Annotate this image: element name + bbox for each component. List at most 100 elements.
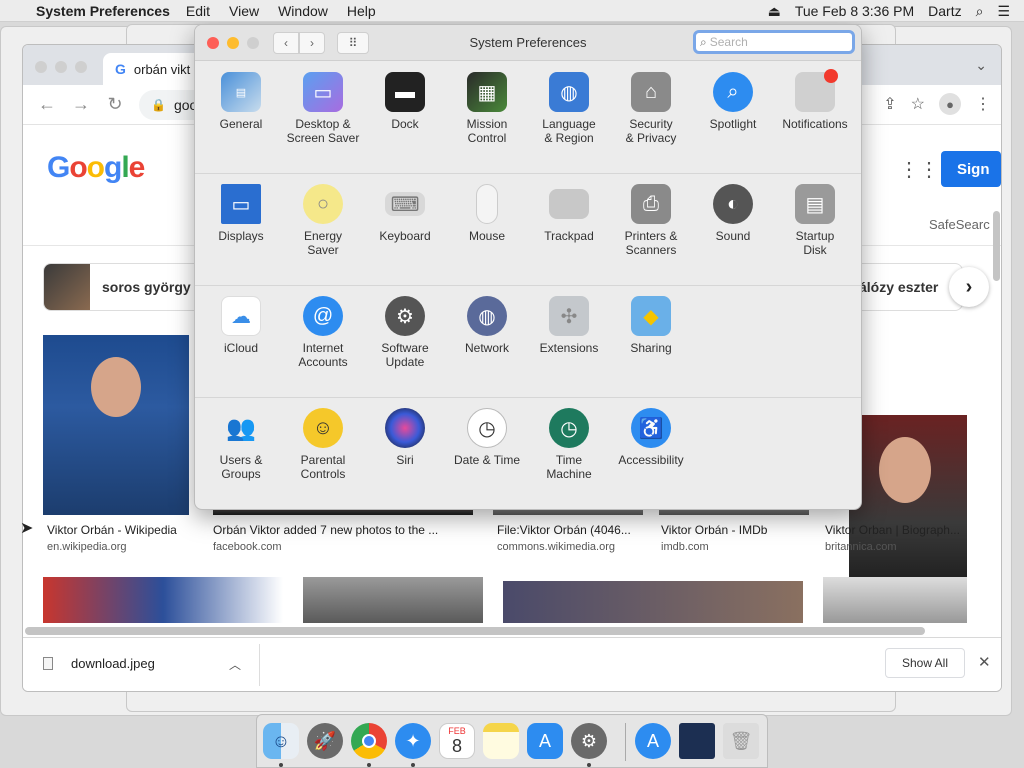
result-image[interactable] <box>849 415 967 595</box>
result-title[interactable]: Viktor Orbán - Wikipedia <box>47 523 177 537</box>
forward-arrow-icon[interactable]: → <box>71 94 91 115</box>
chrome-icon[interactable] <box>351 723 387 759</box>
menu-bar: System Preferences Edit View Window Help… <box>0 0 1024 22</box>
pref-sound[interactable]: ◐ Sound <box>692 184 774 243</box>
pref-general[interactable]: ▤ General <box>200 72 282 131</box>
result-source: imdb.com <box>661 541 709 553</box>
pref-users-groups[interactable]: 👥 Users & Groups <box>200 408 282 482</box>
pref-label: Dock <box>391 117 419 131</box>
pref-language-region[interactable]: ◍ Language & Region <box>528 72 610 145</box>
launchpad-icon[interactable]: 🚀 <box>307 723 343 759</box>
result-image[interactable] <box>43 335 189 515</box>
safesearch-toggle[interactable]: SafeSearc <box>929 217 990 232</box>
desktop-icon: ▭ <box>303 72 343 112</box>
chip-label: álózy eszter <box>859 279 939 295</box>
bookmark-star-icon[interactable]: ☆ <box>911 94 925 114</box>
pref-trackpad[interactable]: Trackpad <box>528 184 610 243</box>
spotlight-search-icon[interactable]: ⌕ <box>976 3 984 20</box>
search-input[interactable] <box>709 35 840 49</box>
pref-keyboard[interactable]: ⌨ Keyboard <box>364 184 446 243</box>
eject-icon[interactable]: ⏏ <box>768 3 781 20</box>
pref-security-privacy[interactable]: ⌂ Security & Privacy <box>610 72 692 145</box>
pref-sharing[interactable]: ◆ Sharing <box>610 296 692 355</box>
close-button[interactable] <box>35 61 47 73</box>
pref-notifications[interactable]: Notifications <box>774 69 856 131</box>
reload-icon[interactable]: ↻ <box>105 94 125 115</box>
pref-extensions[interactable]: ✣ Extensions <box>528 296 610 355</box>
pref-label: Printers & Scanners <box>624 229 678 257</box>
chevron-right-icon[interactable]: › <box>949 267 989 307</box>
calendar-month: FEB <box>448 726 466 736</box>
trash-icon[interactable]: 🗑 <box>723 723 759 759</box>
close-icon[interactable]: ✕ <box>978 653 991 671</box>
pref-dock[interactable]: ▬ Dock <box>364 72 446 131</box>
bulb-icon: ○ <box>303 184 343 224</box>
more-menu-icon[interactable]: ⋮ <box>975 94 991 114</box>
vertical-scrollbar[interactable] <box>993 211 1000 281</box>
chevron-up-icon[interactable]: ︿ <box>229 656 241 673</box>
pref-internet-accounts[interactable]: @ Internet Accounts <box>282 296 364 369</box>
result-title[interactable]: Viktor Orban | Biograph... <box>825 523 960 537</box>
pref-accessibility[interactable]: ♿ Accessibility <box>610 408 692 467</box>
result-image[interactable] <box>503 581 803 623</box>
safari-compass-icon[interactable]: ✦ <box>395 723 431 759</box>
tab-search-chevron-icon[interactable]: ⌄ <box>975 57 987 74</box>
menu-help[interactable]: Help <box>347 3 376 19</box>
show-all-button[interactable]: Show All <box>885 648 965 678</box>
menu-window[interactable]: Window <box>278 3 328 19</box>
minimize-button[interactable] <box>55 61 67 73</box>
puzzle-icon: ✣ <box>549 296 589 336</box>
menu-app-name[interactable]: System Preferences <box>36 3 170 19</box>
pref-label: Extensions <box>539 341 599 355</box>
chip-thumbnail <box>44 264 90 310</box>
pref-mission-control[interactable]: ▦ Mission Control <box>446 72 528 145</box>
result-title[interactable]: Viktor Orbán - IMDb <box>661 523 767 537</box>
result-image[interactable] <box>43 577 283 623</box>
sign-in-button[interactable]: Sign <box>941 151 1001 187</box>
back-arrow-icon[interactable]: ← <box>37 94 57 115</box>
app-store-icon[interactable]: A <box>527 723 563 759</box>
menu-user[interactable]: Dartz <box>928 3 961 19</box>
pref-parental-controls[interactable]: ☺ Parental Controls <box>282 408 364 481</box>
finder-icon[interactable]: ☺ <box>263 723 299 759</box>
pref-icloud[interactable]: ☁ iCloud <box>200 296 282 355</box>
pref-label: Date & Time <box>453 453 521 467</box>
result-image[interactable] <box>823 577 967 623</box>
share-icon[interactable]: ⇪ <box>883 94 896 114</box>
accessibility-icon: ♿ <box>631 408 671 448</box>
result-source: en.wikipedia.org <box>47 541 127 553</box>
image-preview-icon[interactable] <box>679 723 715 759</box>
horizontal-scrollbar[interactable] <box>25 627 925 635</box>
app-store-downloads-icon[interactable]: A <box>635 723 671 759</box>
zoom-button[interactable] <box>75 61 87 73</box>
pref-network[interactable]: ◍ Network <box>446 296 528 355</box>
control-center-icon[interactable]: ☰ <box>997 3 1010 20</box>
profile-avatar-icon[interactable]: ● <box>939 93 961 115</box>
google-logo[interactable]: Google <box>47 151 145 185</box>
pref-date-time[interactable]: ◷ Date & Time <box>446 408 528 467</box>
pref-displays[interactable]: ▭ Displays <box>200 184 282 243</box>
pref-startup-disk[interactable]: ▤ Startup Disk <box>774 184 856 257</box>
pref-label: Mission Control <box>466 117 508 145</box>
pref-energy-saver[interactable]: ○ Energy Saver <box>282 184 364 257</box>
menu-edit[interactable]: Edit <box>186 3 210 19</box>
result-image[interactable] <box>303 577 483 623</box>
notes-icon[interactable] <box>483 723 519 759</box>
result-title[interactable]: Orbán Viktor added 7 new photos to the .… <box>213 523 438 537</box>
menu-view[interactable]: View <box>229 3 259 19</box>
pref-siri[interactable]: Siri <box>364 408 446 467</box>
pref-printers-scanners[interactable]: ⎙ Printers & Scanners <box>610 184 692 257</box>
search-field[interactable]: ⌕ <box>693 30 855 54</box>
system-preferences-window: ‹ › ⠿ System Preferences ⌕ ▤ General ▭ D… <box>194 24 862 510</box>
pref-time-machine[interactable]: ◷ Time Machine <box>528 408 610 481</box>
download-item[interactable]: download.jpeg <box>43 656 155 671</box>
menu-clock[interactable]: Tue Feb 8 3:36 PM <box>795 3 914 19</box>
pref-desktop-screen-saver[interactable]: ▭ Desktop & Screen Saver <box>282 72 364 145</box>
pref-software-update[interactable]: ⚙ Software Update <box>364 296 446 369</box>
system-preferences-icon[interactable]: ⚙ <box>571 723 607 759</box>
calendar-icon[interactable]: FEB 8 <box>439 723 475 759</box>
result-title[interactable]: File:Viktor Orbán (4046... <box>497 523 631 537</box>
pref-spotlight[interactable]: ⌕ Spotlight <box>692 72 774 131</box>
pref-mouse[interactable]: Mouse <box>446 184 528 243</box>
keyboard-icon: ⌨ <box>385 192 425 216</box>
